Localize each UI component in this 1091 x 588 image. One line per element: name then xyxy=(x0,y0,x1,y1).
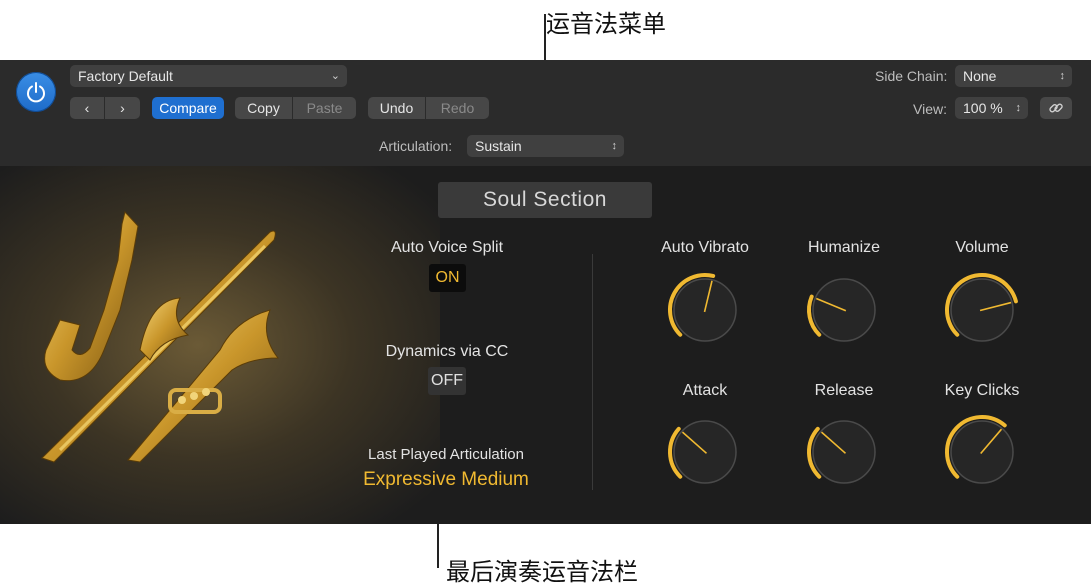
humanize-knob[interactable] xyxy=(804,270,884,350)
release-label: Release xyxy=(814,382,874,399)
power-icon xyxy=(27,82,45,103)
preset-menu[interactable]: Factory Default ⌄ xyxy=(70,65,347,87)
view-zoom-menu[interactable]: 100 % ↕ xyxy=(955,97,1028,119)
compare-button[interactable]: Compare xyxy=(152,97,224,119)
last-played-articulation-value: Expressive Medium xyxy=(363,469,529,490)
view-value: 100 % xyxy=(963,100,1003,116)
power-button[interactable] xyxy=(16,72,56,112)
volume-label: Volume xyxy=(955,239,1009,256)
auto-voice-split-toggle[interactable]: ON xyxy=(429,264,466,292)
key-clicks-label: Key Clicks xyxy=(944,382,1020,399)
volume-knob[interactable] xyxy=(942,270,1022,350)
auto-vibrato-label: Auto Vibrato xyxy=(661,239,749,256)
auto-voice-split-label: Auto Voice Split xyxy=(390,239,504,256)
up-down-chevron-icon: ↕ xyxy=(611,140,618,152)
divider xyxy=(592,254,593,490)
attack-knob[interactable] xyxy=(665,412,745,492)
link-icon xyxy=(1049,103,1063,113)
dynamics-via-cc-toggle[interactable]: OFF xyxy=(428,367,466,395)
paste-button[interactable]: Paste xyxy=(293,97,356,119)
chevron-right-icon: › xyxy=(120,100,125,116)
view-label: View: xyxy=(913,101,947,117)
side-chain-label: Side Chain: xyxy=(875,68,948,84)
brass-instruments-image xyxy=(41,210,280,463)
copy-button[interactable]: Copy xyxy=(235,97,292,119)
humanize-label: Humanize xyxy=(807,239,881,256)
plugin-title: Soul Section xyxy=(438,182,652,218)
articulation-value: Sustain xyxy=(475,138,522,154)
preset-value: Factory Default xyxy=(78,68,173,84)
preset-nav: ‹ › xyxy=(70,97,140,119)
up-down-chevron-icon: ↕ xyxy=(1059,70,1066,82)
side-chain-value: None xyxy=(963,68,997,84)
dynamics-via-cc-label: Dynamics via CC xyxy=(385,343,509,360)
articulation-label: Articulation: xyxy=(379,138,453,154)
up-down-chevron-icon: ↕ xyxy=(1015,102,1022,114)
undo-button[interactable]: Undo xyxy=(368,97,425,119)
articulation-menu[interactable]: Sustain ↕ xyxy=(467,135,624,157)
attack-label: Attack xyxy=(682,382,728,399)
previous-preset-button[interactable]: ‹ xyxy=(70,97,104,119)
callout-articulation-menu: 运音法菜单 xyxy=(546,10,666,38)
release-knob[interactable] xyxy=(804,412,884,492)
redo-button[interactable]: Redo xyxy=(426,97,489,119)
undo-redo-group: Undo Redo xyxy=(368,97,489,119)
next-preset-button[interactable]: › xyxy=(105,97,140,119)
key-clicks-knob[interactable] xyxy=(942,412,1022,492)
side-chain-menu[interactable]: None ↕ xyxy=(955,65,1072,87)
chevron-left-icon: ‹ xyxy=(84,100,90,116)
last-played-articulation-label: Last Played Articulation xyxy=(368,446,524,463)
link-button[interactable] xyxy=(1040,97,1072,119)
auto-vibrato-knob[interactable] xyxy=(665,270,745,350)
chevron-down-icon: ⌄ xyxy=(330,70,340,82)
callout-last-played-field: 最后演奏运音法栏 xyxy=(446,558,638,586)
copy-paste-group: Copy Paste xyxy=(235,97,356,119)
